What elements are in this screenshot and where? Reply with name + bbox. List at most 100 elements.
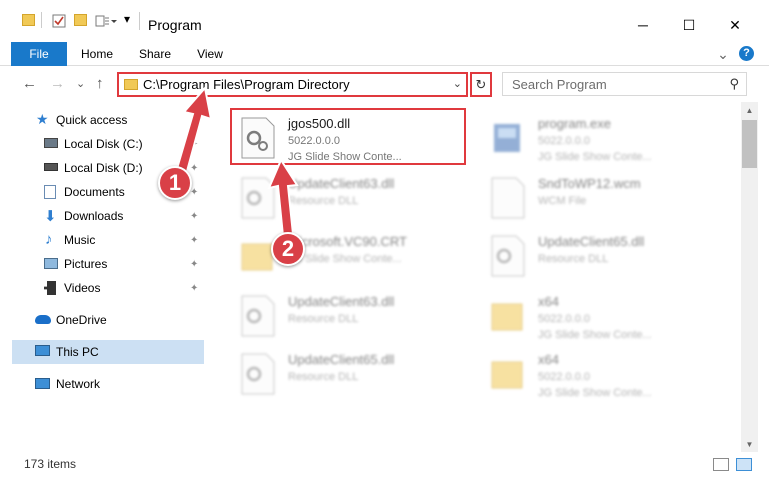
item-count: 173 items	[24, 457, 77, 471]
ribbon: File Home Share View ⌄ ?	[0, 42, 769, 66]
recent-locations-button[interactable]: ⌄	[76, 77, 85, 90]
back-button[interactable]: ←	[22, 75, 37, 92]
sidebar-item-music[interactable]: ♪ Music ✦	[0, 228, 204, 252]
sidebar-item-onedrive[interactable]: OneDrive	[0, 308, 204, 332]
exe-file-icon	[488, 116, 526, 160]
search-icon: ⚲	[729, 76, 739, 91]
separator	[41, 12, 42, 28]
file-item-x64[interactable]: x64 5022.0.0.0 JG Slide Show Conte...	[482, 346, 722, 402]
title-bar: ▾ Program ─ ☐ ✕	[0, 0, 769, 42]
minimize-button[interactable]: ─	[620, 10, 666, 40]
search-input[interactable]: Search Program ⚲	[502, 72, 747, 96]
folder-icon	[238, 234, 276, 278]
file-description: WCM File	[538, 195, 587, 207]
tab-home[interactable]: Home	[72, 42, 122, 66]
file-icon	[488, 176, 526, 220]
file-name: UpdateClient63.dll	[288, 176, 395, 191]
network-icon	[35, 378, 50, 389]
computer-icon	[35, 345, 50, 356]
file-description: JG Slide Show Conte...	[288, 253, 402, 265]
pin-icon[interactable]: ✦	[190, 187, 198, 198]
customize-icon[interactable]	[95, 14, 117, 28]
documents-icon	[44, 185, 56, 199]
file-item-updateclient63[interactable]: UpdateClient63.dll Resource DLL	[232, 170, 472, 226]
file-name: x64	[538, 352, 559, 367]
file-description: JG Slide Show Conte...	[538, 387, 652, 399]
file-name: program.exe	[538, 116, 611, 131]
address-bar[interactable]: C:\Program Files\Program Directory ⌄	[117, 72, 468, 97]
pin-icon[interactable]: ✦	[190, 235, 198, 246]
file-version: 5022.0.0.0	[538, 135, 590, 147]
scroll-up-icon[interactable]: ▲	[741, 102, 758, 118]
pin-icon[interactable]: ✦	[190, 139, 198, 150]
chevron-down-icon[interactable]: ▾	[124, 12, 134, 28]
file-name: UpdateClient65.dll	[288, 352, 395, 367]
help-icon[interactable]: ?	[739, 46, 754, 61]
videos-icon	[44, 281, 56, 295]
file-name: SndToWP12.wcm	[538, 176, 641, 191]
pin-icon[interactable]: ✦	[190, 211, 198, 222]
file-item-x64[interactable]: x64 5022.0.0.0 JG Slide Show Conte...	[482, 288, 722, 344]
vertical-scrollbar[interactable]: ▲ ▼	[741, 102, 758, 452]
pin-icon[interactable]: ✦	[190, 283, 198, 294]
callout-badge-2: 2	[271, 232, 305, 266]
navigation-pane: ★ Quick access Local Disk (C:) ✦ Local D…	[0, 102, 210, 452]
sidebar-item-downloads[interactable]: ⬇ Downloads ✦	[0, 204, 204, 228]
address-path: C:\Program Files\Program Directory	[143, 77, 350, 92]
file-item-updateclient65[interactable]: UpdateClient65.dll Resource DLL	[482, 228, 722, 284]
folder-icon	[488, 352, 526, 396]
details-view-icon[interactable]	[713, 458, 729, 471]
window-title: Program	[148, 17, 202, 33]
tab-view[interactable]: View	[186, 42, 234, 66]
up-button[interactable]: ↑	[96, 75, 104, 92]
file-name: UpdateClient65.dll	[538, 234, 645, 249]
sidebar-item-network[interactable]: Network	[0, 372, 204, 396]
callout-badge-1: 1	[158, 166, 192, 200]
music-icon: ♪	[45, 231, 53, 248]
scroll-thumb[interactable]	[742, 120, 757, 168]
file-version: 5022.0.0.0	[538, 371, 590, 383]
file-item-sndtowp12[interactable]: SndToWP12.wcm WCM File	[482, 170, 722, 226]
sidebar-item-local-disk-c[interactable]: Local Disk (C:) ✦	[0, 132, 204, 156]
download-icon: ⬇	[44, 208, 57, 225]
file-highlight-box	[230, 108, 466, 165]
dll-file-icon	[488, 234, 526, 278]
sidebar-item-pictures[interactable]: Pictures ✦	[0, 252, 204, 276]
new-folder-icon[interactable]	[74, 14, 87, 26]
chevron-down-icon[interactable]: ⌄	[453, 77, 462, 90]
ribbon-collapse-icon[interactable]: ⌄	[714, 42, 732, 66]
scroll-down-icon[interactable]: ▼	[741, 436, 758, 452]
file-item-vc90-crt[interactable]: Microsoft.VC90.CRT JG Slide Show Conte..…	[232, 228, 472, 284]
search-placeholder: Search Program	[512, 77, 607, 92]
sidebar-item-videos[interactable]: Videos ✦	[0, 276, 204, 300]
refresh-button[interactable]: ↻	[470, 72, 492, 97]
drive-icon	[44, 138, 58, 148]
dll-file-icon	[238, 176, 276, 220]
file-item-program-exe[interactable]: program.exe 5022.0.0.0 JG Slide Show Con…	[482, 110, 722, 166]
forward-button[interactable]: →	[50, 75, 65, 92]
dll-file-icon	[238, 352, 276, 396]
separator	[139, 12, 140, 30]
sidebar-item-quick-access[interactable]: ★ Quick access	[0, 108, 204, 132]
file-item-updateclient65[interactable]: UpdateClient65.dll Resource DLL	[232, 346, 472, 402]
pin-icon[interactable]: ✦	[190, 163, 198, 174]
file-description: JG Slide Show Conte...	[538, 151, 652, 163]
tab-share[interactable]: Share	[130, 42, 180, 66]
pin-icon[interactable]: ✦	[190, 259, 198, 270]
status-bar: 173 items	[0, 452, 769, 476]
close-button[interactable]: ✕	[712, 10, 758, 40]
file-name: Microsoft.VC90.CRT	[288, 234, 407, 249]
sidebar-item-this-pc[interactable]: This PC	[12, 340, 204, 364]
file-description: JG Slide Show Conte...	[538, 329, 652, 341]
file-item-updateclient63[interactable]: UpdateClient63.dll Resource DLL	[232, 288, 472, 344]
file-description: Resource DLL	[288, 371, 359, 383]
large-icons-view-icon[interactable]	[736, 458, 752, 471]
maximize-button[interactable]: ☐	[666, 10, 712, 40]
dll-file-icon	[238, 294, 276, 338]
file-description: Resource DLL	[538, 253, 609, 265]
properties-icon[interactable]	[52, 14, 66, 28]
tab-file[interactable]: File	[11, 42, 67, 66]
file-description: Resource DLL	[288, 195, 359, 207]
cloud-icon	[35, 315, 51, 324]
star-icon: ★	[36, 111, 49, 127]
